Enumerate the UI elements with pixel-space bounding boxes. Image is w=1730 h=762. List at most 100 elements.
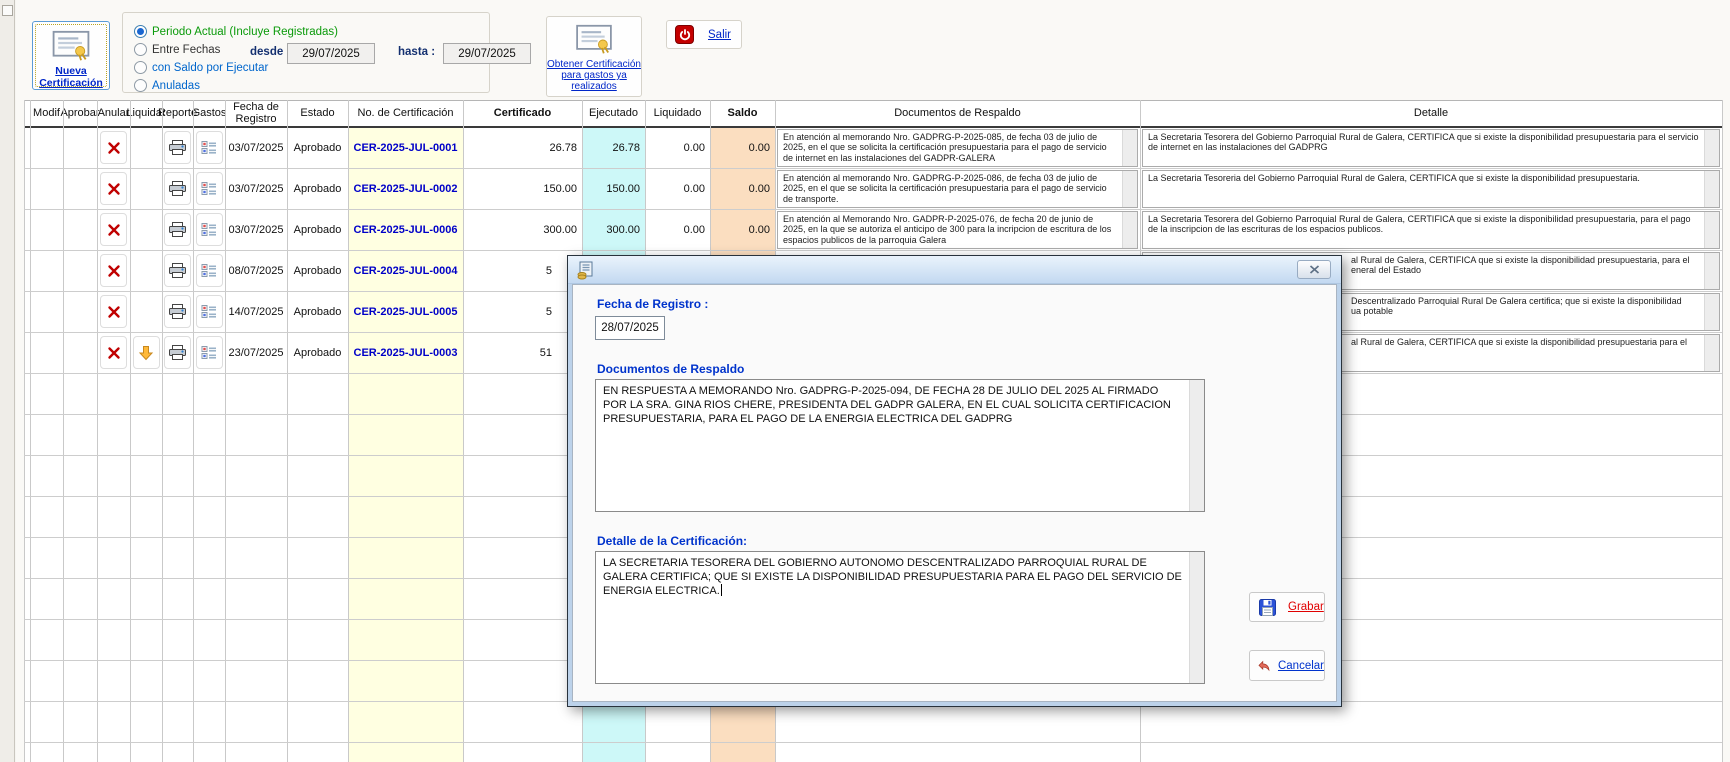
cell-scrollbar: [1704, 171, 1719, 207]
grabar-button[interactable]: Grabar: [1249, 592, 1325, 622]
detalle-cell: La Secretaria Tesorera del Gobierno Parr…: [1140, 209, 1722, 250]
printer-icon: [169, 263, 186, 278]
red-x-icon: [107, 264, 121, 278]
detalle-cell: La Secretaria Tesorera del Gobierno Parr…: [1140, 127, 1722, 168]
liquidado-cell: 0.00: [645, 209, 710, 250]
hasta-input[interactable]: 29/07/2025: [443, 43, 531, 64]
anular-button[interactable]: [100, 213, 127, 246]
gastos-button[interactable]: [196, 172, 223, 205]
anular-button[interactable]: [100, 295, 127, 328]
red-x-icon: [107, 305, 121, 319]
certificado-cell: 5: [463, 291, 582, 332]
anular-button[interactable]: [100, 336, 127, 369]
col-header-detalle: Detalle: [1140, 100, 1722, 126]
fecha-registro-input[interactable]: 28/07/2025: [595, 316, 665, 340]
anular-button[interactable]: [100, 131, 127, 164]
radio-label: Periodo Actual (Incluye Registradas): [152, 26, 338, 38]
radio-anuladas[interactable]: Anuladas: [134, 78, 200, 93]
salir-button[interactable]: Salir: [666, 20, 742, 49]
saldo-cell: 0.00: [710, 127, 775, 168]
obtener-certificacion-button[interactable]: Obtener Certificación para gastos ya rea…: [546, 16, 642, 97]
reporte-button[interactable]: [164, 131, 191, 164]
app-window: Nueva Certificación Periodo Actual (Incl…: [0, 0, 1730, 762]
cancelar-label: Cancelar: [1278, 660, 1324, 672]
saldo-cell: 0.00: [710, 168, 775, 209]
documentos-respaldo-textarea[interactable]: EN RESPUESTA A MEMORANDO Nro. GADPRG-P-2…: [595, 379, 1205, 512]
col-header-ejecutado: Ejecutado: [582, 100, 645, 126]
gastos-button[interactable]: [196, 213, 223, 246]
reporte-cell: [162, 127, 193, 168]
numero-certificacion-link[interactable]: CER-2025-JUL-0002: [348, 168, 463, 209]
red-x-icon: [107, 346, 121, 360]
dialog-close-button[interactable]: [1297, 260, 1331, 279]
col-header-estado: Estado: [287, 100, 348, 126]
reporte-button[interactable]: [164, 213, 191, 246]
obtener-label-line1: Obtener Certificación: [547, 59, 641, 70]
cancelar-button[interactable]: Cancelar: [1249, 650, 1325, 681]
fecha-registro-cell: 03/07/2025: [225, 168, 287, 209]
dialog-body: Fecha de Registro : 28/07/2025 Documento…: [572, 284, 1337, 702]
red-x-icon: [107, 182, 121, 196]
numero-certificacion-link[interactable]: CER-2025-JUL-0005: [348, 291, 463, 332]
detalle-certificacion-text: LA SECRETARIA TESORERA DEL GOBIERNO AUTO…: [603, 557, 1182, 597]
col-header-fecha: Fecha de Registro: [225, 100, 287, 126]
fecha-registro-cell: 23/07/2025: [225, 332, 287, 373]
fecha-registro-cell: 03/07/2025: [225, 209, 287, 250]
radio-entre-fechas[interactable]: Entre Fechas: [134, 42, 220, 57]
numero-certificacion-link[interactable]: CER-2025-JUL-0003: [348, 332, 463, 373]
col-header-liquidado: Liquidado: [645, 100, 710, 126]
anular-button[interactable]: [100, 254, 127, 287]
detalle-certificacion-textarea[interactable]: LA SECRETARIA TESORERA DEL GOBIERNO AUTO…: [595, 551, 1205, 684]
fecha-registro-label: Fecha de Registro :: [597, 297, 708, 311]
dialog-titlebar[interactable]: [568, 256, 1341, 284]
documentos-respaldo-label: Documentos de Respaldo: [597, 362, 744, 376]
close-icon: [1309, 265, 1320, 274]
detalle-text: La Secretaria Tesoreria del Gobierno Par…: [1148, 173, 1640, 183]
gastos-button[interactable]: [196, 254, 223, 287]
gastos-button[interactable]: [196, 295, 223, 328]
nueva-certificacion-button[interactable]: Nueva Certificación: [32, 21, 110, 90]
gastos-cell: [193, 127, 225, 168]
col-header-documentos: Documentos de Respaldo: [775, 100, 1140, 126]
ejecutado-cell: 150.00: [582, 168, 645, 209]
anular-button[interactable]: [100, 172, 127, 205]
power-icon: [675, 25, 694, 44]
reporte-button[interactable]: [164, 172, 191, 205]
numero-certificacion-link[interactable]: CER-2025-JUL-0001: [348, 127, 463, 168]
documentos-cell: En atención al memorando Nro. GADPRG-P-2…: [775, 127, 1140, 168]
estado-cell: Aprobado: [287, 332, 348, 373]
radio-periodo-actual[interactable]: Periodo Actual (Incluye Registradas): [134, 24, 338, 39]
certificado-cell: 51: [463, 332, 582, 373]
documentos-text: En atención al memorando Nro. GADPRG-P-2…: [783, 132, 1107, 163]
reporte-button[interactable]: [164, 295, 191, 328]
red-x-icon: [107, 223, 121, 237]
radio-label: con Saldo por Ejecutar: [152, 62, 268, 74]
gastos-button[interactable]: [196, 131, 223, 164]
reporte-button[interactable]: [164, 254, 191, 287]
cell-scrollbar: [1704, 212, 1719, 248]
numero-certificacion-link[interactable]: CER-2025-JUL-0004: [348, 250, 463, 291]
certificate-icon: [574, 24, 614, 56]
details-grid-icon: [201, 304, 217, 319]
numero-certificacion-link[interactable]: CER-2025-JUL-0006: [348, 209, 463, 250]
cell-scrollbar: [1122, 171, 1137, 207]
reporte-button[interactable]: [164, 336, 191, 369]
text-cursor: [721, 584, 722, 596]
mdi-corner-box: [2, 5, 13, 16]
textarea-scrollbar: [1189, 380, 1204, 511]
details-grid-icon: [201, 140, 217, 155]
liquidar-button[interactable]: [133, 336, 160, 369]
details-grid-icon: [201, 345, 217, 360]
documentos-cell: En atención al memorando Nro. GADPRG-P-2…: [775, 168, 1140, 209]
desde-input[interactable]: 29/07/2025: [287, 43, 375, 64]
document-coins-icon: [577, 261, 595, 280]
col-header-saldo: Saldo: [710, 100, 775, 126]
details-grid-icon: [201, 181, 217, 196]
gastos-button[interactable]: [196, 336, 223, 369]
certificado-cell: 5: [463, 250, 582, 291]
estado-cell: Aprobado: [287, 250, 348, 291]
printer-icon: [169, 222, 186, 237]
radio-con-saldo[interactable]: con Saldo por Ejecutar: [134, 60, 268, 75]
printer-icon: [169, 181, 186, 196]
radio-icon: [134, 61, 147, 74]
